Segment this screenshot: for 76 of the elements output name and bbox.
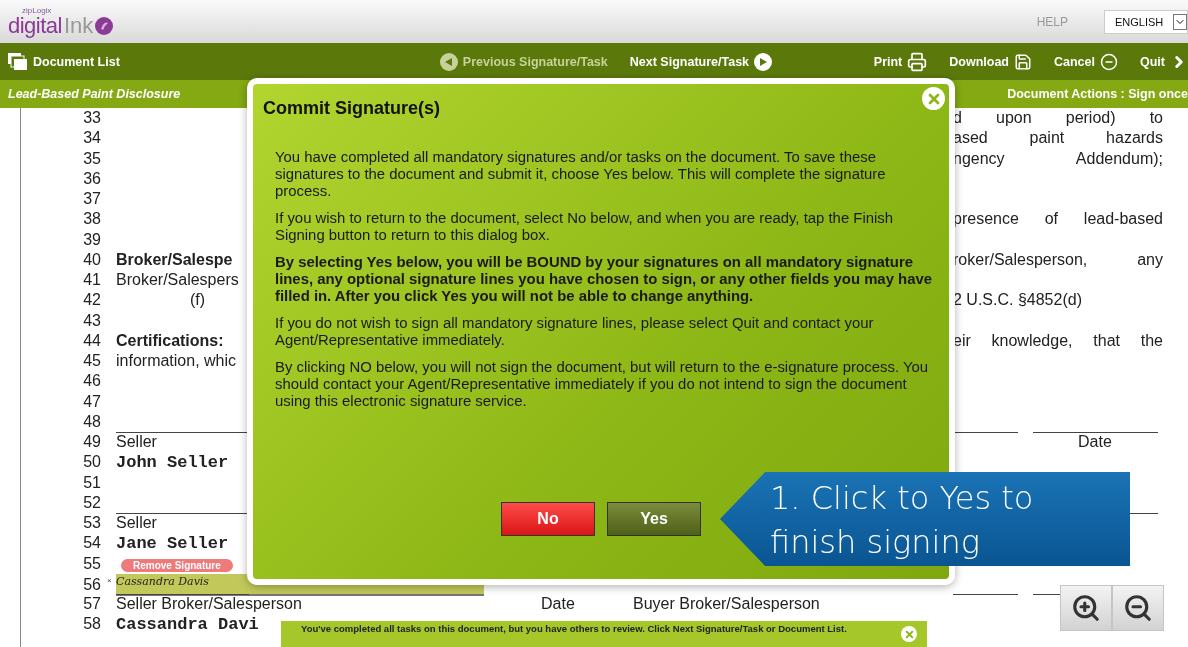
line-number: 34 xyxy=(82,129,101,148)
toolbar-button[interactable]: Quit xyxy=(1140,52,1188,71)
signer-name: John Seller xyxy=(116,452,229,472)
line-number: 51 xyxy=(82,473,101,492)
logo-text: digital xyxy=(8,14,62,37)
line-number: 40 xyxy=(82,250,101,269)
logo-icon xyxy=(95,16,114,35)
line-number: 37 xyxy=(82,190,101,209)
signer-name: Jane Seller xyxy=(116,533,229,553)
document-text: Seller xyxy=(116,514,157,533)
language-select[interactable]: ENGLISH xyxy=(1104,9,1188,34)
dialog-paragraph: If you do not wish to sign all mandatory signature lines, please select Quit and contact your Agent/Representative immediately. xyxy=(275,315,875,349)
document-title: Lead-Based Paint Disclosure xyxy=(8,87,181,101)
remove-signature-button[interactable]: Remove Signature xyxy=(121,559,233,573)
line-number: 33 xyxy=(82,109,101,128)
document-actions: Document Actions : Sign once xyxy=(1007,87,1188,101)
line-number: 56 xyxy=(82,575,101,594)
document-text: Broker/Salespe xyxy=(116,250,233,269)
document-text: ased paint hazards xyxy=(953,129,1163,148)
line-number: 52 xyxy=(82,493,101,512)
zoom-in-icon xyxy=(1071,593,1101,623)
zoom-in-button[interactable] xyxy=(1060,585,1112,631)
document-text: ngency Addendum); xyxy=(953,149,1163,168)
signature-marker: × xyxy=(107,575,112,585)
no-button[interactable]: No xyxy=(501,502,595,536)
document-text: Date xyxy=(541,595,576,614)
document-text: Broker/Salespers xyxy=(116,271,239,290)
line-number: 49 xyxy=(82,433,101,452)
dialog-paragraph: If you wish to return to the document, select No below, and when you are ready, tap the Finish Signing button to return to this dialog box. xyxy=(275,210,895,244)
line-number: 35 xyxy=(82,149,101,168)
line-number: 48 xyxy=(82,412,101,431)
callout-text: 1. Click to Yes to finish signing xyxy=(770,478,1035,563)
zoom-out-button[interactable] xyxy=(1112,585,1164,631)
toolbar-button[interactable]: Next Signature/Task xyxy=(629,52,773,71)
signature: Cassandra Davis xyxy=(116,574,210,588)
line-number: 46 xyxy=(82,372,101,391)
document-text: Buyer Broker/Salesperson xyxy=(633,595,820,614)
line-number: 54 xyxy=(82,534,101,553)
dialog-title: Commit Signature(s) xyxy=(263,98,440,119)
zoom-out-icon xyxy=(1123,593,1153,623)
dialog-paragraph: By clicking NO below, you will not sign the document, but will return to the e-signature process. You should contact your Agent/Representative immediately if you do not intend to sign the document using this electronic signature service. xyxy=(275,359,930,410)
line-number: 57 xyxy=(82,595,101,614)
line-number: 50 xyxy=(82,453,101,472)
signer-name: Cassandra Davi xyxy=(116,614,259,634)
line-number: 47 xyxy=(82,392,101,411)
document-text: information, whic xyxy=(116,352,237,371)
line-number: 58 xyxy=(82,615,101,634)
dialog-paragraph: By selecting Yes below, you will be BOUND by your signatures on all mandatory signature lines, any optional signature lines you have chosen to sign, or any other fields you may have filled in. After you click Yes you will not be able to change anything. xyxy=(275,254,933,305)
dialog-paragraph: You have completed all mandatory signatures and/or tasks on the document. To save these signatures to the document and submit it, choose Yes below. This will complete the signature process. xyxy=(275,149,887,200)
toolbar-button[interactable]: Download xyxy=(949,52,1032,71)
line-number: 39 xyxy=(82,230,101,249)
printer-icon xyxy=(907,51,928,72)
document-text: Certifications: xyxy=(116,331,224,350)
document-text: Seller Broker/Salesperson xyxy=(116,595,303,614)
toolbar-button[interactable]: Print xyxy=(873,51,928,72)
line-number: 43 xyxy=(82,311,101,330)
document-text: roker/Salesperson, any xyxy=(953,250,1163,269)
logo-tagline: zipLogix xyxy=(22,6,53,15)
logo-text: Ink xyxy=(64,14,94,37)
documents-icon xyxy=(8,52,28,71)
line-number: 41 xyxy=(82,271,101,290)
toolbar-button[interactable]: Document List xyxy=(8,52,120,71)
line-number: 55 xyxy=(82,554,101,573)
line-number: 44 xyxy=(82,331,101,350)
toolbar-button[interactable]: Cancel xyxy=(1054,52,1118,71)
document-text: Date xyxy=(1078,433,1112,452)
line-number: 36 xyxy=(82,169,101,188)
line-number: 53 xyxy=(82,514,101,533)
document-text: (f) xyxy=(190,291,206,310)
document-text: Seller xyxy=(116,433,157,452)
minus-circle-icon xyxy=(1100,52,1118,71)
line-number: 42 xyxy=(82,291,101,310)
line-number: 45 xyxy=(82,352,101,371)
notification-text: You've completed all tasks on this document, but you have others to review. Click Next Signature/Task or Document List. xyxy=(301,623,848,634)
yes-button[interactable]: Yes xyxy=(607,502,701,536)
line-number: 38 xyxy=(82,210,101,229)
